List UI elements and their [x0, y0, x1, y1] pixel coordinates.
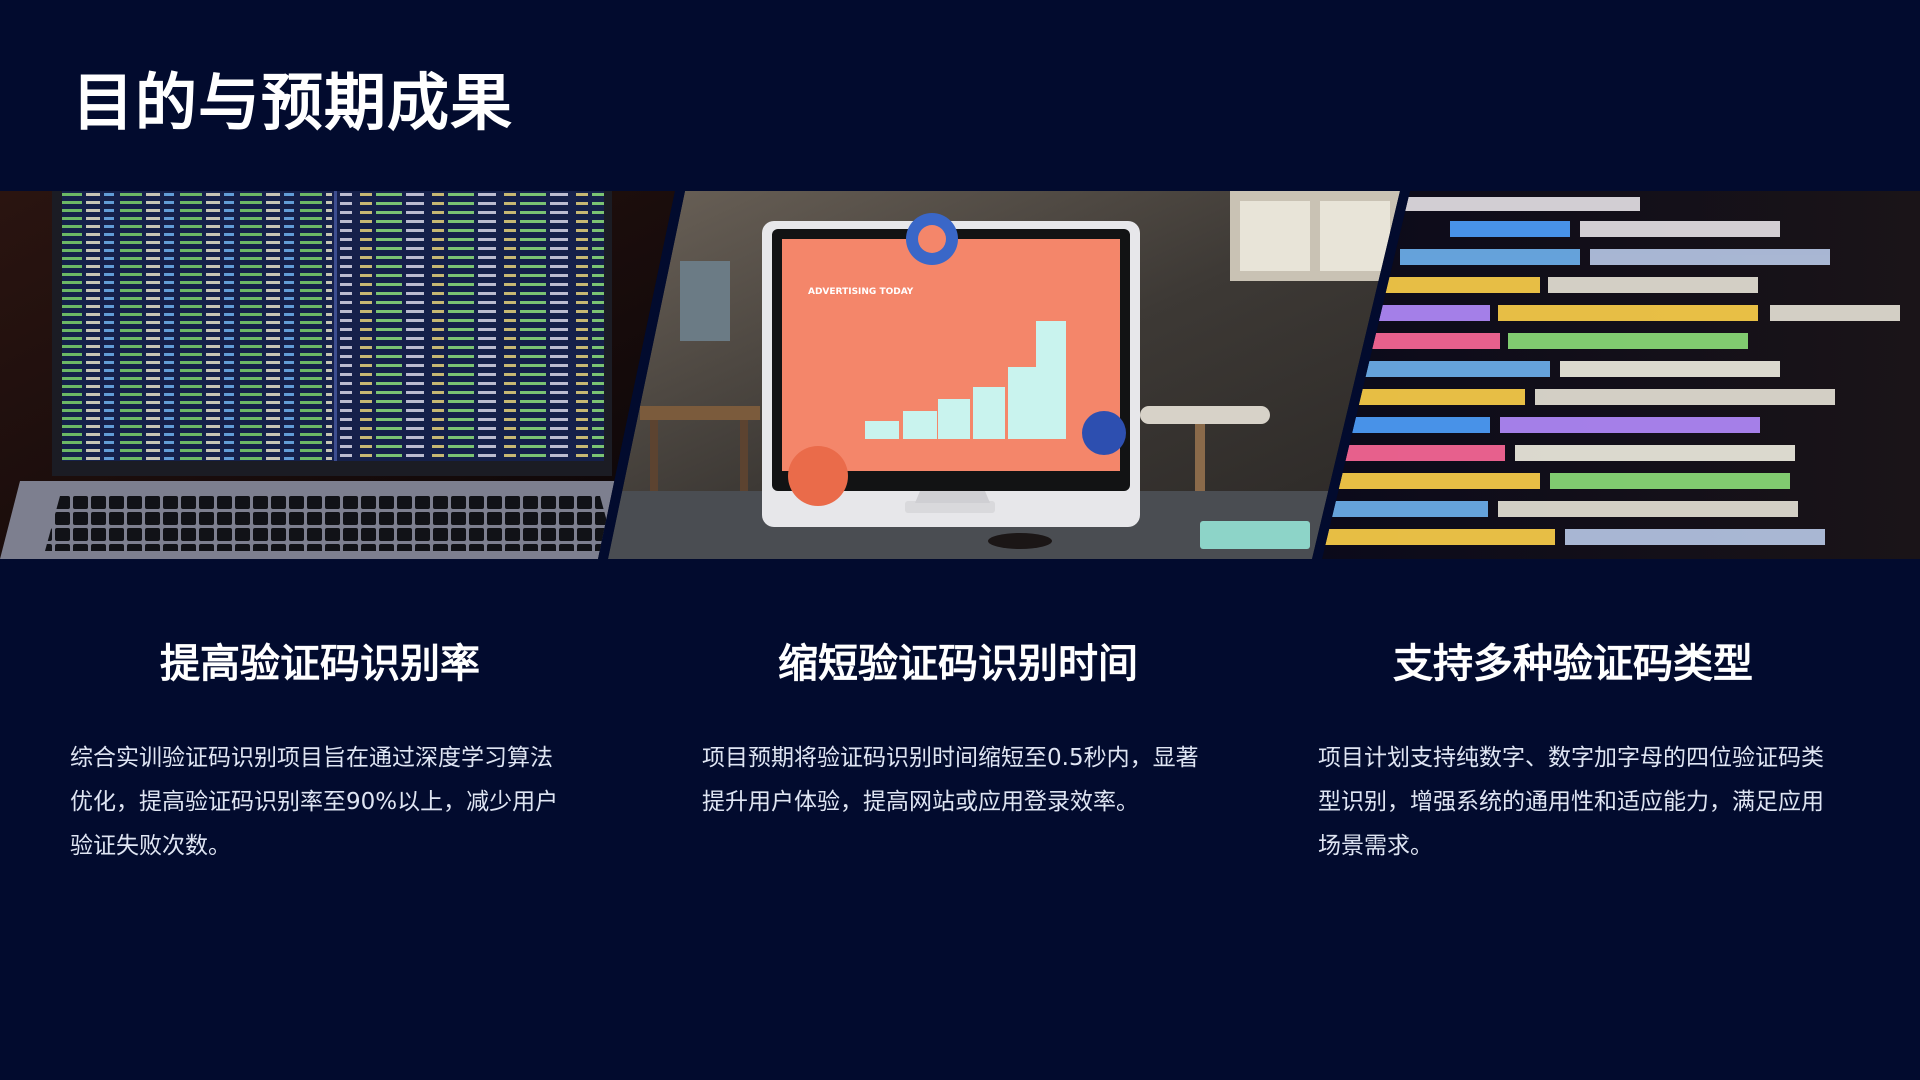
code-closeup-photo: [1322, 191, 1920, 559]
goal-heading: 缩短验证码识别时间: [778, 641, 1138, 687]
goal-heading: 提高验证码识别率: [160, 641, 480, 687]
goal-description: 综合实训验证码识别项目旨在通过深度学习算法优化，提高验证码识别率至90%以上，减…: [70, 745, 559, 859]
desktop-monitor-bar-chart-photo: ADVERTISING TODAY: [608, 191, 1400, 559]
goal-description: 项目计划支持纯数字、数字加字母的四位验证码类型识别，增强系统的通用性和适应能力，…: [1318, 745, 1824, 859]
goals-section: 提高验证码识别率 综合实训验证码识别项目旨在通过深度学习算法优化，提高验证码识别…: [0, 640, 1920, 900]
goal-description: 项目预期将验证码识别时间缩短至0.5秒内，显著提升用户体验，提高网站或应用登录效…: [702, 745, 1199, 815]
goal-column-recognition-time: 缩短验证码识别时间 项目预期将验证码识别时间缩短至0.5秒内，显著提升用户体验，…: [702, 640, 1214, 824]
page-title: 目的与预期成果: [72, 66, 514, 139]
monitor-chart-heading: ADVERTISING TODAY: [808, 287, 914, 297]
goal-column-captcha-types: 支持多种验证码类型 项目计划支持纯数字、数字加字母的四位验证码类型识别，增强系统…: [1318, 640, 1838, 868]
goal-column-recognition-rate: 提高验证码识别率 综合实训验证码识别项目旨在通过深度学习算法优化，提高验证码识别…: [70, 640, 570, 868]
laptop-code-photo: [0, 191, 675, 559]
goal-heading: 支持多种验证码类型: [1393, 641, 1753, 687]
image-strip: ADVERTISING TODAY: [0, 191, 1920, 559]
slide: 目的与预期成果 ADVERTISING TODAY 提高验证码识别率 综合实训验…: [0, 0, 1920, 1080]
